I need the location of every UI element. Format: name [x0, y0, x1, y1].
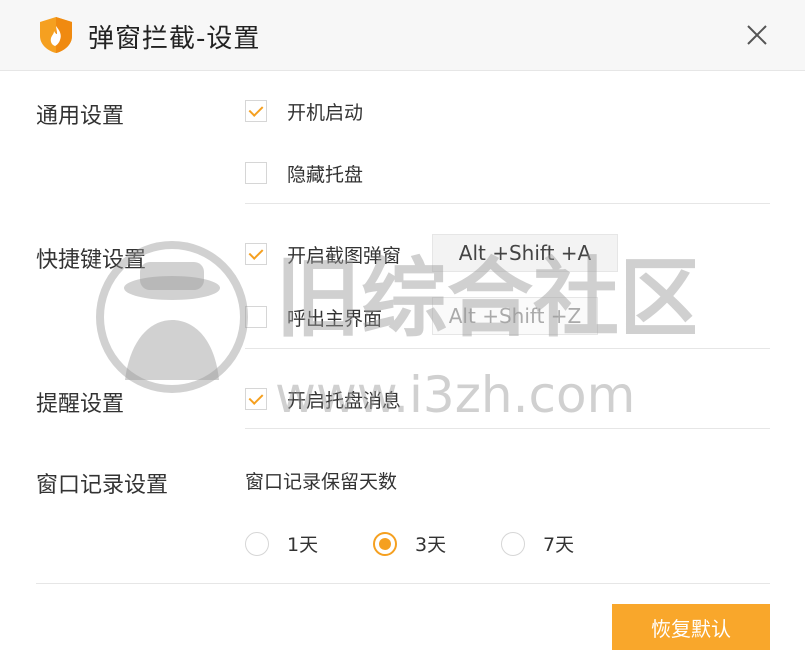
window-title: 弹窗拦截-设置 — [88, 24, 261, 54]
section-label-reminder: 提醒设置 — [36, 392, 125, 417]
restore-defaults-button[interactable]: 恢复默认 — [612, 604, 770, 650]
records-subtitle: 窗口记录保留天数 — [245, 471, 398, 493]
divider — [245, 203, 770, 204]
footer-divider — [36, 583, 770, 584]
option-main-window[interactable]: 呼出主界面 — [245, 304, 382, 330]
option-hide-tray[interactable]: 隐藏托盘 — [245, 160, 363, 186]
close-icon[interactable] — [742, 20, 772, 50]
hotkey-input-main-window[interactable]: Alt +Shift +Z — [432, 297, 598, 335]
radio-1-day-label: 1天 — [287, 534, 319, 556]
option-screenshot-popup[interactable]: 开启截图弹窗 — [245, 241, 401, 267]
radio-7-days[interactable] — [501, 531, 525, 556]
tray-message-label: 开启托盘消息 — [287, 389, 402, 412]
main-window-label: 呼出主界面 — [287, 307, 383, 330]
hide-tray-label: 隐藏托盘 — [287, 163, 364, 186]
autostart-label: 开机启动 — [287, 101, 364, 124]
radio-option-1-day[interactable]: 1天 — [245, 530, 318, 557]
hotkey-input-screenshot[interactable]: Alt +Shift +A — [432, 234, 618, 272]
radio-option-3-days[interactable]: 3天 — [373, 530, 446, 557]
divider — [245, 348, 770, 349]
autostart-checkbox[interactable] — [245, 100, 267, 122]
radio-1-day[interactable] — [245, 531, 269, 556]
divider — [245, 428, 770, 429]
title-bar: 弹窗拦截-设置 — [0, 0, 805, 71]
main-window-checkbox[interactable] — [245, 306, 267, 328]
section-label-records: 窗口记录设置 — [36, 473, 169, 498]
radio-option-7-days[interactable]: 7天 — [501, 530, 574, 557]
screenshot-popup-label: 开启截图弹窗 — [287, 244, 402, 267]
radio-7-days-label: 7天 — [543, 534, 575, 556]
screenshot-popup-checkbox[interactable] — [245, 243, 267, 265]
section-label-hotkey: 快捷键设置 — [36, 248, 147, 273]
shield-flame-icon — [40, 17, 72, 53]
option-tray-message[interactable]: 开启托盘消息 — [245, 386, 401, 412]
radio-3-days-label: 3天 — [415, 534, 447, 556]
radio-3-days[interactable] — [373, 531, 397, 556]
section-label-general: 通用设置 — [36, 104, 125, 129]
hide-tray-checkbox[interactable] — [245, 162, 267, 184]
tray-message-checkbox[interactable] — [245, 388, 267, 410]
option-autostart[interactable]: 开机启动 — [245, 98, 363, 124]
